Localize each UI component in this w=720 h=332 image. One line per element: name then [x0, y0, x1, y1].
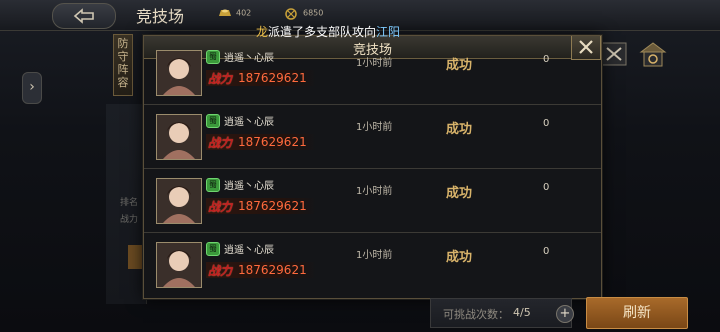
player-avatar[interactable] — [156, 114, 202, 160]
token-coin-icon — [285, 8, 297, 20]
power-value: 187629621 — [238, 71, 307, 85]
record-row: 蜀 逍遥丶心辰 战力 187629621 1小时前 成功 0 — [144, 104, 601, 169]
battle-report-icon[interactable] — [600, 40, 628, 74]
power-label: 战力 — [208, 136, 233, 150]
rank-change: 0 — [543, 246, 550, 257]
refresh-button[interactable]: 刷新 — [586, 297, 688, 329]
battle-result: 成功 — [446, 186, 473, 201]
vip-badge-icon: 蜀 — [206, 50, 220, 64]
rank-label: 排名 — [120, 198, 139, 208]
token-resource: 6850 — [285, 8, 324, 20]
record-row: 蜀 逍遥丶心辰 战力 187629621 1小时前 成功 0 — [144, 232, 601, 296]
battle-time: 1小时前 — [356, 122, 393, 133]
rank-change: 0 — [543, 182, 550, 193]
record-row: 蜀 逍遥丶心辰 战力 187629621 1小时前 成功 0 — [144, 40, 601, 105]
player-name: 逍遥丶心辰 — [224, 245, 274, 256]
ticker-place: 江阳 — [376, 25, 401, 39]
challenges-value: 4/5 — [513, 306, 531, 319]
power-display: 战力 187629621 — [206, 262, 316, 278]
player-name: 逍遥丶心辰 — [224, 181, 274, 192]
defense-lineup-tab[interactable]: 防守阵容 — [113, 34, 133, 96]
rank-change: 0 — [543, 54, 550, 65]
back-arrow-icon — [73, 8, 94, 24]
record-list[interactable]: 蜀 逍遥丶心辰 战力 187629621 1小时前 成功 0 蜀 逍遥丶心辰 战… — [144, 50, 601, 298]
gold-value: 402 — [236, 8, 252, 18]
side-expand-button[interactable]: › — [22, 72, 42, 104]
arena-record-modal: 竞技场 蜀 逍遥丶心辰 战力 187629621 1小时前 成功 0 蜀 逍遥丶… — [143, 35, 602, 299]
vip-badge-icon: 蜀 — [206, 178, 220, 192]
power-label: 战力 — [120, 215, 139, 225]
shop-icon[interactable] — [638, 40, 667, 74]
power-label: 战力 — [208, 200, 233, 214]
power-display: 战力 187629621 — [206, 134, 316, 150]
ticker-text: 派遣了多支部队攻向 — [268, 25, 377, 39]
gold-ingot-icon — [218, 8, 231, 18]
player-avatar[interactable] — [156, 50, 202, 96]
power-display: 战力 187629621 — [206, 198, 316, 214]
battle-time: 1小时前 — [356, 186, 393, 197]
power-value: 187629621 — [238, 263, 307, 277]
broadcast-ticker: 龙派遣了多支部队攻向江阳 — [256, 23, 400, 40]
power-display: 战力 187629621 — [206, 70, 316, 86]
power-value: 187629621 — [238, 135, 307, 149]
player-avatar[interactable] — [156, 242, 202, 288]
battle-result: 成功 — [446, 250, 473, 265]
battle-time: 1小时前 — [356, 58, 393, 69]
vip-badge-icon: 蜀 — [206, 242, 220, 256]
vip-badge-icon: 蜀 — [206, 114, 220, 128]
player-name: 逍遥丶心辰 — [224, 53, 274, 64]
challenges-label: 可挑战次数： — [443, 308, 509, 321]
power-value: 187629621 — [238, 199, 307, 213]
player-name: 逍遥丶心辰 — [224, 117, 274, 128]
battle-time: 1小时前 — [356, 250, 393, 261]
power-label: 战力 — [208, 264, 233, 278]
player-avatar[interactable] — [156, 178, 202, 224]
battle-result: 成功 — [446, 58, 473, 73]
rank-change: 0 — [543, 118, 550, 129]
page-title: 竞技场 — [136, 7, 185, 26]
gold-resource: 402 — [218, 8, 251, 18]
challenge-counter: 可挑战次数： 4/5 — [430, 298, 572, 328]
power-label: 战力 — [208, 72, 233, 86]
back-button[interactable] — [52, 3, 116, 29]
record-row: 蜀 逍遥丶心辰 战力 187629621 1小时前 成功 0 — [144, 168, 601, 233]
battle-result: 成功 — [446, 122, 473, 137]
add-challenges-button[interactable]: + — [556, 305, 574, 323]
token-value: 6850 — [303, 8, 324, 18]
ticker-prefix: 龙 — [256, 25, 269, 39]
